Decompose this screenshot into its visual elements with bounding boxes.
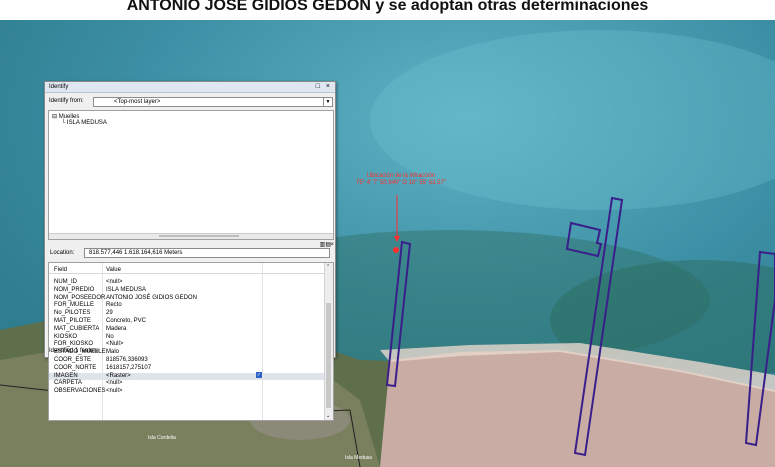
- table-row[interactable]: NOM_POSEEDOR ANTONIO JOSÉ GIDIOS GEDON: [49, 295, 325, 302]
- field-name: NUM_ID: [54, 279, 78, 285]
- chevron-down-icon[interactable]: ▼: [323, 98, 332, 106]
- chevron-down-icon[interactable]: ⌄: [326, 413, 330, 419]
- location-label: Location:: [50, 250, 75, 256]
- field-value: <Null>: [106, 341, 124, 348]
- identify-window[interactable]: Identify □ × Identify from: <Top-most la…: [44, 81, 336, 421]
- table-row[interactable]: MAT_PILOTE Concreto, PVC: [49, 318, 325, 325]
- chevron-up-icon[interactable]: ⌃: [326, 264, 330, 270]
- status-text: Identified 1 feature: [49, 348, 99, 354]
- window-controls[interactable]: □ ×: [316, 83, 332, 91]
- field-name: KIOSKO: [54, 333, 78, 340]
- tree-horizontal-scrollbar[interactable]: [49, 233, 333, 239]
- identify-from-value: <Top-most layer>: [114, 99, 161, 105]
- field-value: 1618157,275107: [106, 364, 152, 371]
- field-value: Madera: [106, 325, 127, 332]
- layout-toggle-icon[interactable]: ▥▤: [320, 241, 331, 248]
- document-banner: ANTONIO JOSÉ GIDIOS GEDON y se adoptan o…: [0, 0, 775, 20]
- close-icon[interactable]: ×: [330, 242, 334, 248]
- location-row: Location: 818.577,446 1.618.164,616 Mete…: [48, 242, 334, 258]
- field-value: <null>: [106, 279, 123, 285]
- field-name: COOR_NORTE: [54, 364, 97, 371]
- attribute-grid[interactable]: Field Value NUM_ID <null> NOM_PREDIO ISLA M…: [48, 262, 334, 421]
- field-name: NOM_PREDIO: [54, 286, 95, 293]
- field-value: Malo: [106, 349, 120, 356]
- field-value: <null>: [106, 388, 123, 395]
- table-row[interactable]: CARPETA <null>: [49, 380, 325, 387]
- table-row[interactable]: No_PILOTES 29: [49, 310, 325, 317]
- column-header-field[interactable]: Field: [54, 267, 67, 273]
- field-value: <Raster>: [106, 372, 131, 379]
- grid-header: Field Value: [49, 263, 325, 274]
- map-label-road-b: Isla Medusa: [345, 455, 372, 461]
- location-value: 818.577,446 1.618.164,616 Meters: [89, 250, 183, 256]
- field-name: No_PILOTES: [54, 310, 91, 317]
- window-title: Identify: [49, 84, 69, 90]
- field-value: Recto: [106, 302, 122, 309]
- identify-from-label: Identify from:: [49, 98, 84, 104]
- field-value: No: [106, 333, 114, 340]
- tree-node-feature[interactable]: └ ISLA MEDUSA: [61, 120, 107, 126]
- field-name: FOR_MUELLE: [54, 302, 95, 309]
- field-value: Concreto, PVC: [106, 318, 147, 324]
- field-name: FOR_KIOSKO: [54, 341, 94, 348]
- location-field[interactable]: 818.577,446 1.618.164,616 Meters: [84, 248, 330, 258]
- table-row[interactable]: NUM_ID <null>: [49, 279, 325, 286]
- annotation-line-2: 75° 4' 7" 50.940" O 10° 55' 53.57": [356, 180, 446, 186]
- column-header-value[interactable]: Value: [106, 267, 121, 273]
- tree-node-layer[interactable]: ⊟ Muelles: [52, 113, 79, 120]
- identify-from-row: Identify from: <Top-most layer> ▼: [49, 97, 333, 107]
- field-value: <null>: [106, 380, 123, 387]
- field-name: IMAGEN: [54, 372, 78, 379]
- field-name: CARPETA: [54, 380, 82, 387]
- infraction-annotation: Ubicación de la infracción 75° 4' 7" 50.…: [352, 173, 450, 187]
- annotation-line-1: Ubicación de la infracción: [366, 173, 436, 179]
- grid-vertical-scrollbar[interactable]: ⌃ ⌄: [324, 263, 333, 420]
- table-row[interactable]: COOR_ESTE 818576,336093: [49, 357, 325, 364]
- field-name: MAT_PILOTE: [54, 318, 91, 324]
- table-row[interactable]: IMAGEN <Raster> ✓: [49, 371, 325, 380]
- field-name: MAT_CUBIERTA: [54, 325, 100, 332]
- table-row[interactable]: KIOSKO No: [49, 334, 325, 341]
- window-titlebar[interactable]: Identify □ ×: [45, 82, 335, 93]
- identify-from-select[interactable]: <Top-most layer> ▼: [93, 97, 333, 107]
- field-name: OBSERVACIONES: [54, 388, 106, 395]
- field-value: ISLA MEDUSA: [106, 286, 147, 293]
- table-row[interactable]: OBSERVACIONES <null>: [49, 388, 325, 395]
- map-label-road-a: Isla Cordelia: [148, 435, 176, 441]
- table-row[interactable]: FOR_MUELLE Recto: [49, 302, 325, 309]
- field-value: 29: [106, 310, 113, 317]
- field-name: NOM_POSEEDOR: [54, 294, 106, 301]
- raster-icon[interactable]: ✓: [256, 371, 262, 378]
- field-value: ANTONIO JOSÉ GIDIOS GEDON: [106, 294, 197, 301]
- table-row[interactable]: COOR_NORTE 1618157,275107: [49, 365, 325, 372]
- field-name: COOR_ESTE: [54, 357, 92, 363]
- table-row[interactable]: MAT_CUBIERTA Madera: [49, 326, 325, 333]
- table-row[interactable]: NOM_PREDIO ISLA MEDUSA: [49, 287, 325, 294]
- field-value: 818576,336093: [106, 357, 148, 363]
- results-tree[interactable]: ⊟ Muelles └ ISLA MEDUSA ▥▤: [48, 110, 334, 248]
